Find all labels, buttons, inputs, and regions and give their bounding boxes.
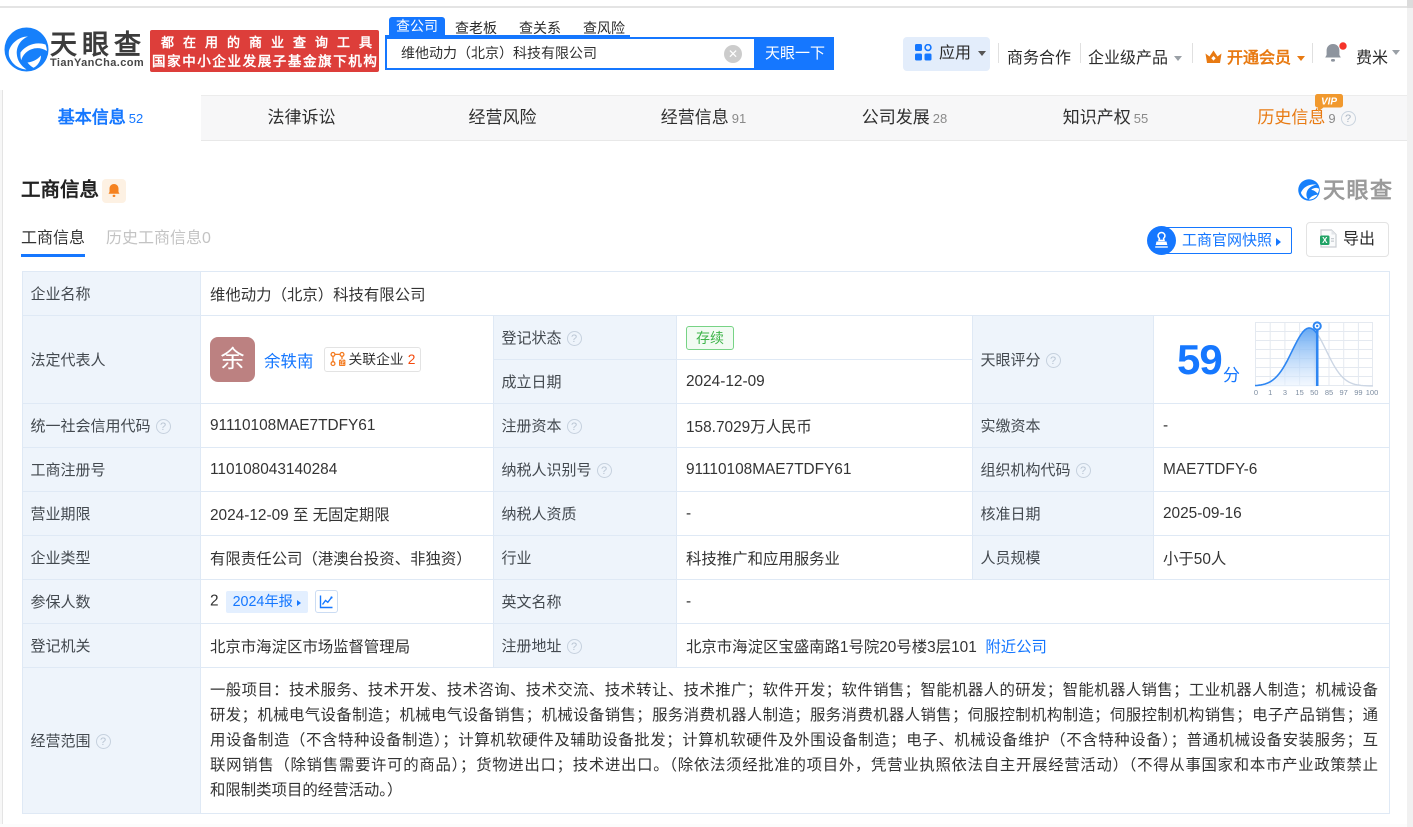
svg-text:97: 97 [1340,388,1348,397]
svg-text:企: 企 [339,359,345,367]
svg-text:1: 1 [1268,388,1272,397]
svg-text:0: 0 [1254,388,1258,397]
svg-text:100: 100 [1366,388,1379,397]
svg-text:3: 3 [1283,388,1287,397]
svg-text:50: 50 [1310,388,1318,397]
svg-text:VIP: VIP [1321,97,1337,108]
svg-text:99: 99 [1354,388,1362,397]
svg-text:X: X [1322,236,1328,245]
svg-text:15: 15 [1295,388,1303,397]
svg-text:85: 85 [1325,388,1333,397]
